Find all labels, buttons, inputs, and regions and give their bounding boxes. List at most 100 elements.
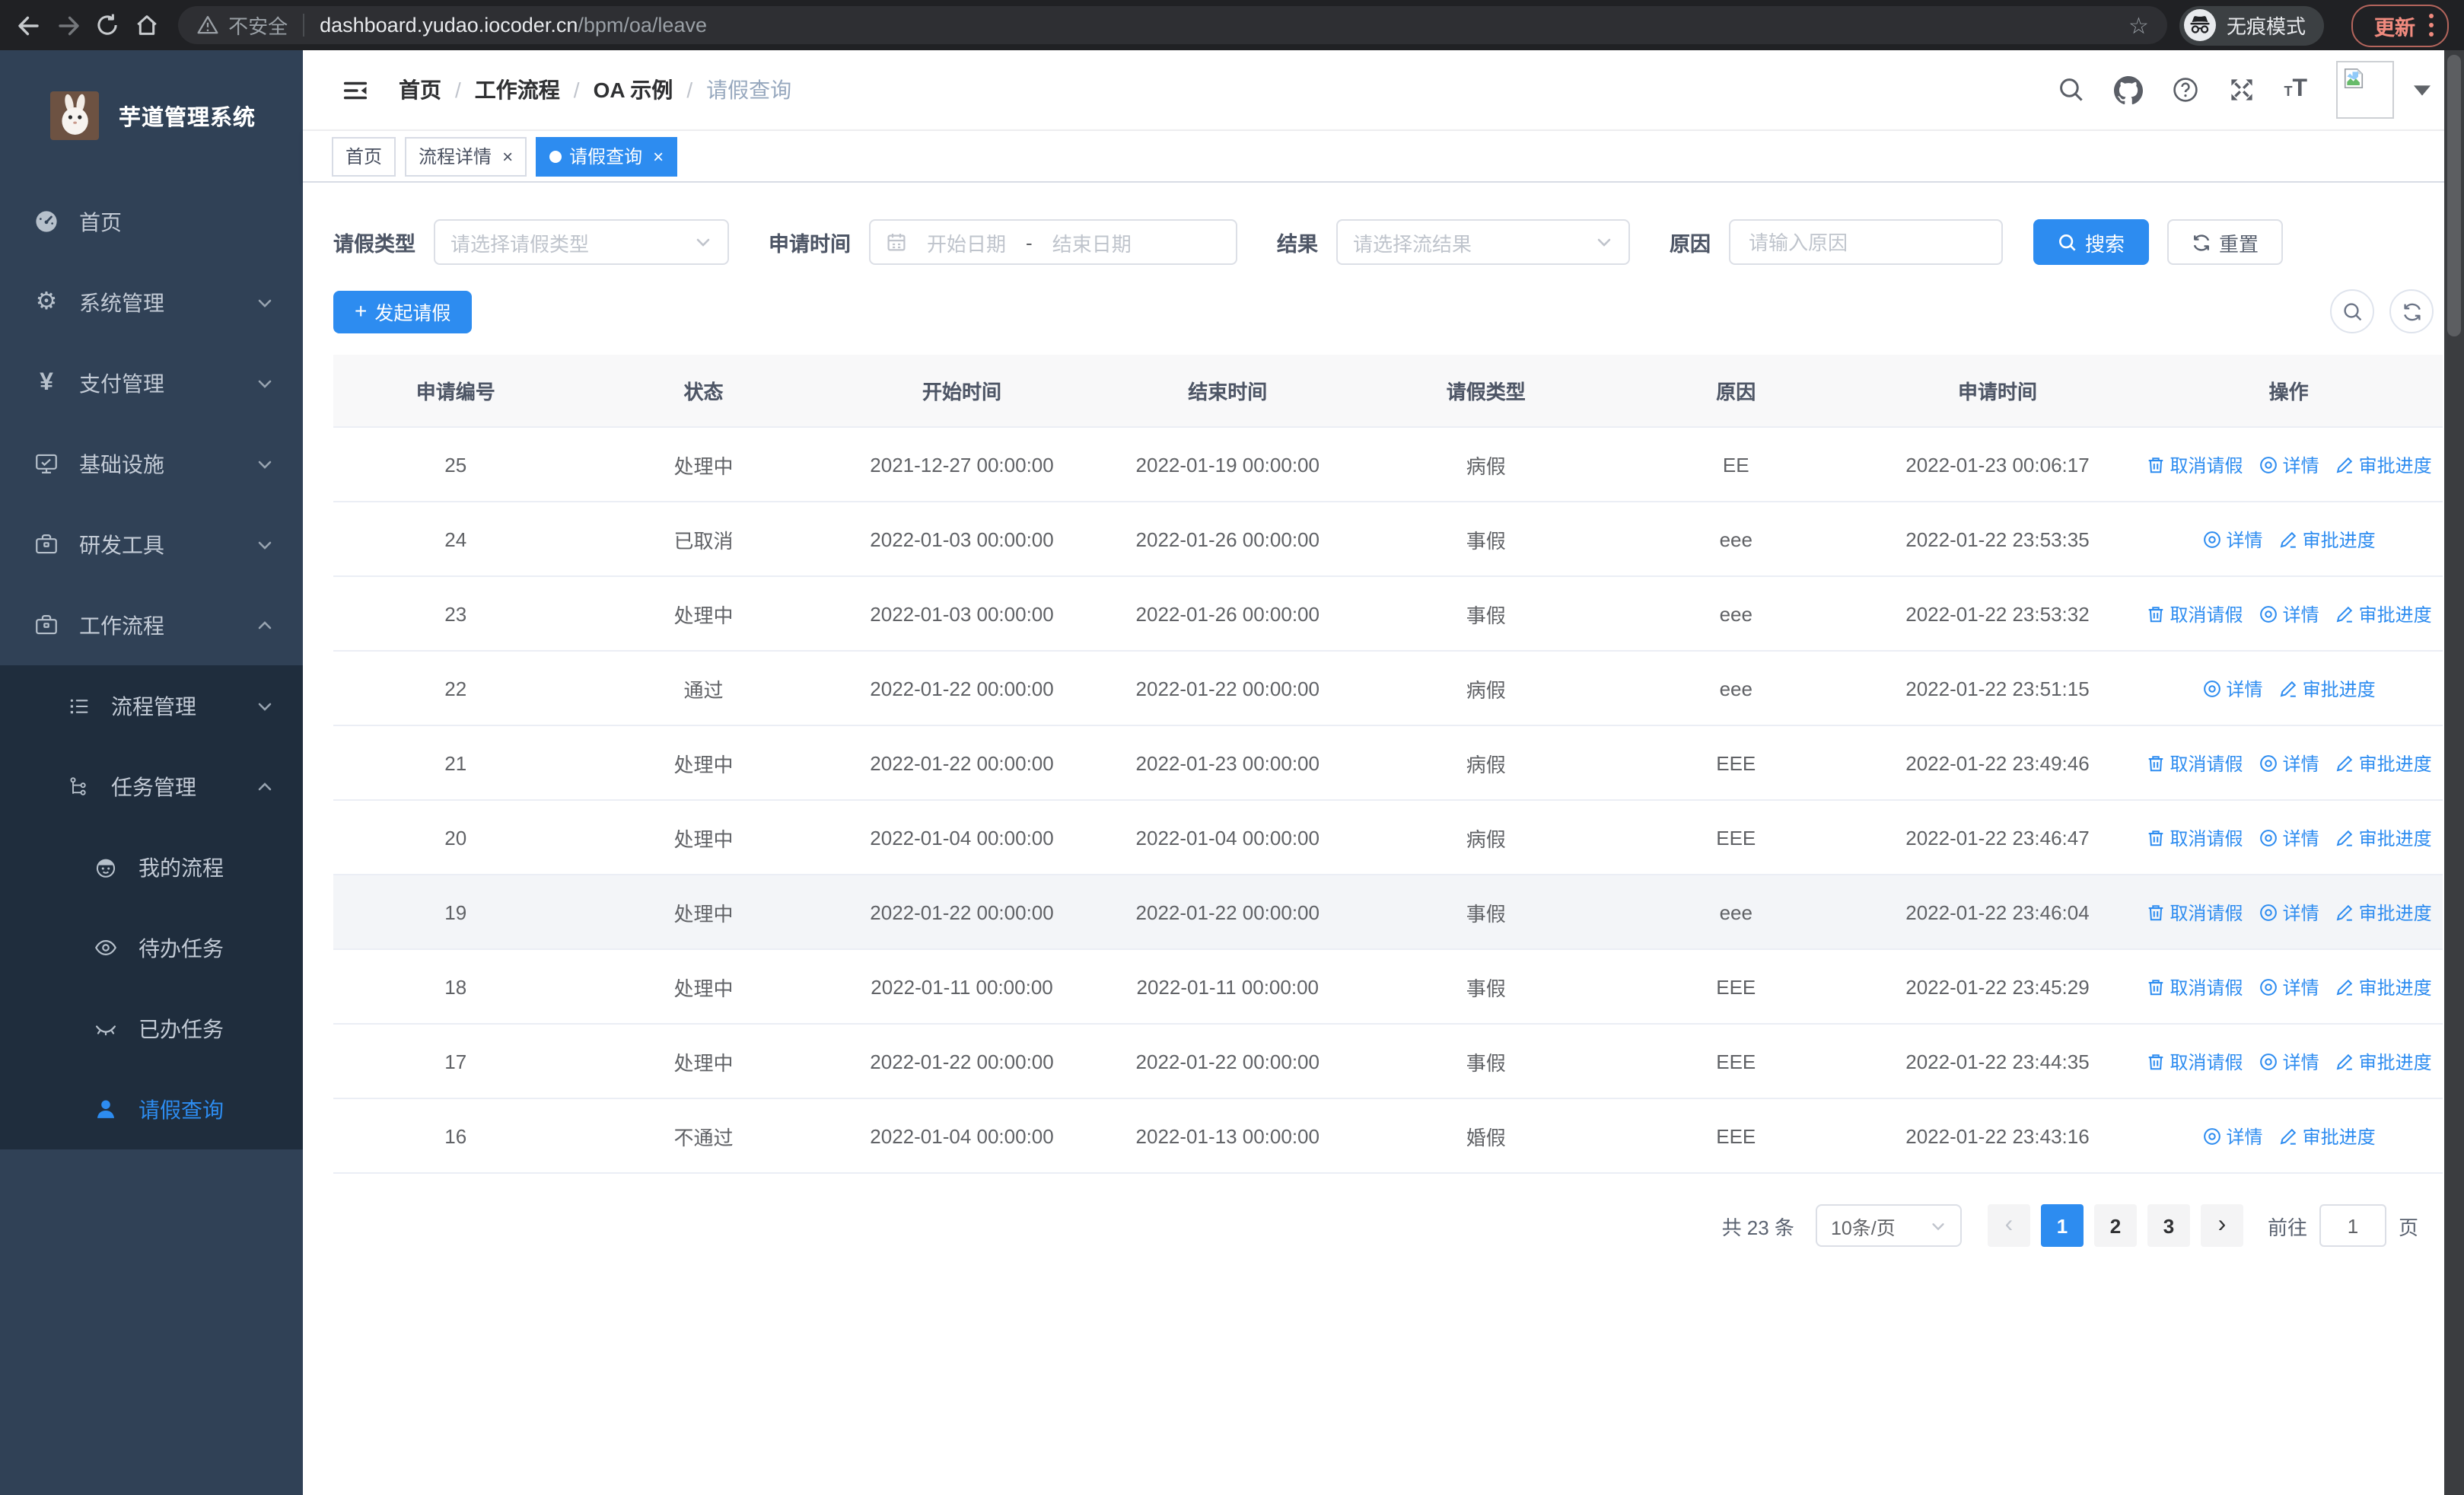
column-header: 操作	[2135, 355, 2443, 428]
goto-page-input[interactable]	[2319, 1204, 2386, 1247]
action-detail-link[interactable]: 详情	[2259, 824, 2319, 850]
action-progress-link[interactable]: 审批进度	[2335, 451, 2432, 477]
page-button-3[interactable]: 3	[2147, 1204, 2190, 1247]
action-cancel-link[interactable]: 取消请假	[2146, 451, 2243, 477]
fullscreen-icon[interactable]	[2227, 76, 2255, 104]
action-progress-link[interactable]: 审批进度	[2335, 974, 2432, 999]
breadcrumb-item[interactable]: 首页	[399, 75, 441, 105]
cell-applied: 2022-01-23 00:06:17	[1860, 427, 2135, 502]
cell-actions: 取消请假 详情 审批进度	[2135, 725, 2443, 801]
sidebar-item-system-management[interactable]: ⚙ 系统管理	[0, 262, 303, 343]
browser-menu-icon[interactable]	[2429, 11, 2434, 39]
sidebar-item-todo-tasks[interactable]: 待办任务	[0, 907, 303, 988]
show-search-button[interactable]	[2330, 289, 2374, 333]
breadcrumb-item[interactable]: 工作流程	[475, 75, 560, 105]
security-chip[interactable]: 不安全	[196, 11, 288, 40]
reset-button[interactable]: 重置	[2167, 219, 2284, 265]
action-cancel-link[interactable]: 取消请假	[2146, 750, 2243, 776]
process-list-icon	[64, 691, 93, 720]
cell-end: 2022-01-22 00:00:00	[1094, 875, 1361, 950]
cell-id: 17	[333, 1024, 578, 1099]
update-button[interactable]: 更新	[2351, 4, 2449, 46]
action-cancel-link[interactable]: 取消请假	[2146, 824, 2243, 850]
cell-status: 处理中	[578, 949, 829, 1025]
scrollbar[interactable]	[2444, 50, 2464, 1495]
refresh-table-button[interactable]	[2389, 289, 2434, 333]
sidebar-item-done-tasks[interactable]: 已办任务	[0, 988, 303, 1069]
sidebar-item-dev-tools[interactable]: 研发工具	[0, 504, 303, 585]
prev-page-button[interactable]	[1987, 1204, 2030, 1247]
reload-icon[interactable]	[94, 11, 121, 39]
avatar[interactable]	[2336, 61, 2394, 119]
back-icon[interactable]	[15, 11, 43, 39]
home-icon[interactable]	[133, 11, 160, 39]
tab-流程详情[interactable]: 流程详情 ×	[405, 136, 527, 176]
action-cancel-link[interactable]: 取消请假	[2146, 899, 2243, 925]
action-progress-link[interactable]: 审批进度	[2278, 1123, 2376, 1149]
gear-icon: ⚙	[35, 288, 58, 314]
page-button-1[interactable]: 1	[2040, 1204, 2084, 1247]
tab-close-icon[interactable]: ×	[502, 147, 513, 165]
action-detail-link[interactable]: 详情	[2259, 899, 2319, 925]
action-progress-link[interactable]: 审批进度	[2278, 526, 2376, 552]
sidebar-item-infrastructure[interactable]: 基础设施	[0, 423, 303, 504]
action-cancel-link[interactable]: 取消请假	[2146, 601, 2243, 626]
sidebar-item-home[interactable]: 首页	[0, 181, 303, 262]
action-detail-link[interactable]: 详情	[2259, 1048, 2319, 1074]
github-icon[interactable]	[2113, 75, 2143, 104]
cell-applied: 2022-01-22 23:46:04	[1860, 875, 2135, 950]
action-progress-link[interactable]: 审批进度	[2335, 824, 2432, 850]
apply-time-range-picker[interactable]: 开始日期 - 结束日期	[869, 219, 1237, 265]
scrollbar-thumb[interactable]	[2447, 55, 2461, 336]
avatar-caret-icon[interactable]	[2414, 84, 2431, 95]
page-button-2[interactable]: 2	[2093, 1204, 2137, 1247]
leave-type-select[interactable]: 请选择请假类型	[434, 219, 729, 265]
incognito-icon	[2183, 9, 2216, 41]
action-detail-link[interactable]: 详情	[2259, 974, 2319, 999]
address-bar[interactable]: 不安全 dashboard.yudao.iocoder.cn/bpm/oa/le…	[178, 6, 2167, 44]
action-detail-link[interactable]: 详情	[2202, 675, 2263, 701]
sidebar-item-my-process[interactable]: 我的流程	[0, 827, 303, 907]
cell-applied: 2022-01-22 23:51:15	[1860, 651, 2135, 726]
action-progress-link[interactable]: 审批进度	[2335, 601, 2432, 626]
page-size-select[interactable]: 10条/页	[1815, 1204, 1962, 1247]
action-progress-link[interactable]: 审批进度	[2335, 899, 2432, 925]
action-detail-link[interactable]: 详情	[2259, 601, 2319, 626]
sidebar-item-process-management[interactable]: 流程管理	[0, 665, 303, 746]
sidebar-collapse-icon[interactable]	[341, 75, 370, 104]
breadcrumb-item: 请假查询	[706, 78, 792, 102]
help-icon[interactable]	[2171, 76, 2198, 104]
sidebar-item-leave-query[interactable]: 请假查询	[0, 1069, 303, 1149]
tab-首页[interactable]: 首页	[332, 136, 396, 176]
sidebar-item-task-management[interactable]: 任务管理	[0, 746, 303, 827]
next-page-button[interactable]	[2200, 1204, 2243, 1247]
action-progress-link[interactable]: 审批进度	[2278, 675, 2376, 701]
action-cancel-link[interactable]: 取消请假	[2146, 974, 2243, 999]
action-cancel-link[interactable]: 取消请假	[2146, 1048, 2243, 1074]
edit-icon	[2278, 1126, 2298, 1146]
bookmark-star-icon[interactable]	[2128, 11, 2149, 39]
page-size-value: 10条/页	[1830, 1217, 1896, 1238]
tab-close-icon[interactable]: ×	[653, 147, 664, 165]
action-progress-link[interactable]: 审批进度	[2335, 750, 2432, 776]
search-button[interactable]: 搜索	[2033, 219, 2150, 265]
result-select[interactable]: 请选择流结果	[1336, 219, 1630, 265]
tab-请假查询[interactable]: 请假查询 ×	[536, 136, 678, 176]
action-progress-link[interactable]: 审批进度	[2335, 1048, 2432, 1074]
reason-input[interactable]	[1729, 219, 2003, 265]
create-leave-button[interactable]: 发起请假	[333, 290, 473, 333]
action-detail-link[interactable]: 详情	[2259, 750, 2319, 776]
search-icon[interactable]	[2057, 76, 2084, 104]
action-detail-link[interactable]: 详情	[2202, 526, 2263, 552]
url-host: dashboard.yudao.iocoder.cn	[320, 14, 578, 37]
action-detail-link[interactable]: 详情	[2259, 451, 2319, 477]
sidebar-item-payment-management[interactable]: ¥ 支付管理	[0, 343, 303, 423]
breadcrumb-item[interactable]: OA 示例	[594, 75, 673, 105]
logo-link[interactable]: 芋道管理系统	[0, 50, 303, 181]
font-size-icon[interactable]	[2284, 76, 2307, 104]
chevron-down-icon	[256, 374, 274, 392]
cell-start: 2022-01-04 00:00:00	[829, 1098, 1095, 1174]
action-detail-link[interactable]: 详情	[2202, 1123, 2263, 1149]
forward-icon[interactable]	[55, 11, 82, 39]
sidebar-item-workflow[interactable]: 工作流程	[0, 585, 303, 665]
